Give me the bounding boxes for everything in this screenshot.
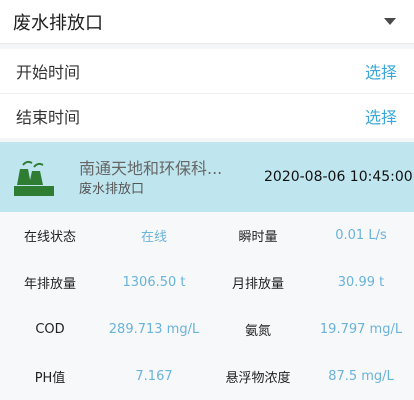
metric-label: 悬浮物浓度 bbox=[225, 371, 291, 386]
metric-label: PH值 bbox=[34, 371, 66, 386]
metric-value: 在线 bbox=[140, 230, 167, 245]
metric-value: 7.167 bbox=[135, 369, 173, 384]
metric-value: 1306.50 t bbox=[122, 275, 186, 290]
end-time-row[interactable]: 结束时间 选择 bbox=[0, 94, 414, 138]
start-time-select-button[interactable]: 选择 bbox=[365, 59, 397, 83]
metric-row: 在线状态 在线 瞬时量 0.01 L/s bbox=[0, 212, 414, 259]
metric-value: 19.797 mg/L bbox=[319, 322, 403, 337]
metric-label: 在线状态 bbox=[23, 230, 76, 245]
station-card[interactable]: 南通天地和环保科... 废水排放口 2020-08-06 10:45:00 bbox=[0, 142, 414, 212]
end-time-label: 结束时间 bbox=[16, 108, 81, 127]
metric-label: 月排放量 bbox=[231, 277, 284, 292]
start-time-row[interactable]: 开始时间 选择 bbox=[0, 49, 414, 93]
station-name: 南通天地和环保科... bbox=[79, 159, 223, 178]
outlet-dropdown-label: 废水排放口 bbox=[13, 12, 103, 34]
station-timestamp: 2020-08-06 10:45:00 bbox=[264, 169, 413, 185]
factory-icon bbox=[14, 160, 54, 196]
metric-value: 30.99 t bbox=[337, 275, 385, 290]
metric-row: 年排放量 1306.50 t 月排放量 30.99 t bbox=[0, 259, 414, 306]
metric-label: 年排放量 bbox=[23, 277, 76, 292]
metric-row: COD 289.713 mg/L 氨氮 19.797 mg/L bbox=[0, 306, 414, 353]
metric-label: 瞬时量 bbox=[238, 230, 278, 245]
end-time-select-button[interactable]: 选择 bbox=[365, 104, 397, 128]
outlet-dropdown[interactable]: 废水排放口 bbox=[0, 0, 414, 44]
caret-down-icon[interactable] bbox=[384, 18, 396, 25]
metric-row: PH值 7.167 悬浮物浓度 87.5 mg/L bbox=[0, 353, 414, 400]
metric-label: 氨氮 bbox=[244, 324, 271, 339]
metric-value: 0.01 L/s bbox=[335, 228, 387, 243]
start-time-label: 开始时间 bbox=[16, 63, 81, 82]
metrics-table: 在线状态 在线 瞬时量 0.01 L/s 年排放量 1306.50 t 月排放量… bbox=[0, 212, 414, 400]
metric-value: 289.713 mg/L bbox=[108, 322, 200, 337]
metric-value: 87.5 mg/L bbox=[328, 369, 394, 384]
station-outlet: 废水排放口 bbox=[79, 182, 145, 197]
metric-label: COD bbox=[35, 322, 65, 337]
